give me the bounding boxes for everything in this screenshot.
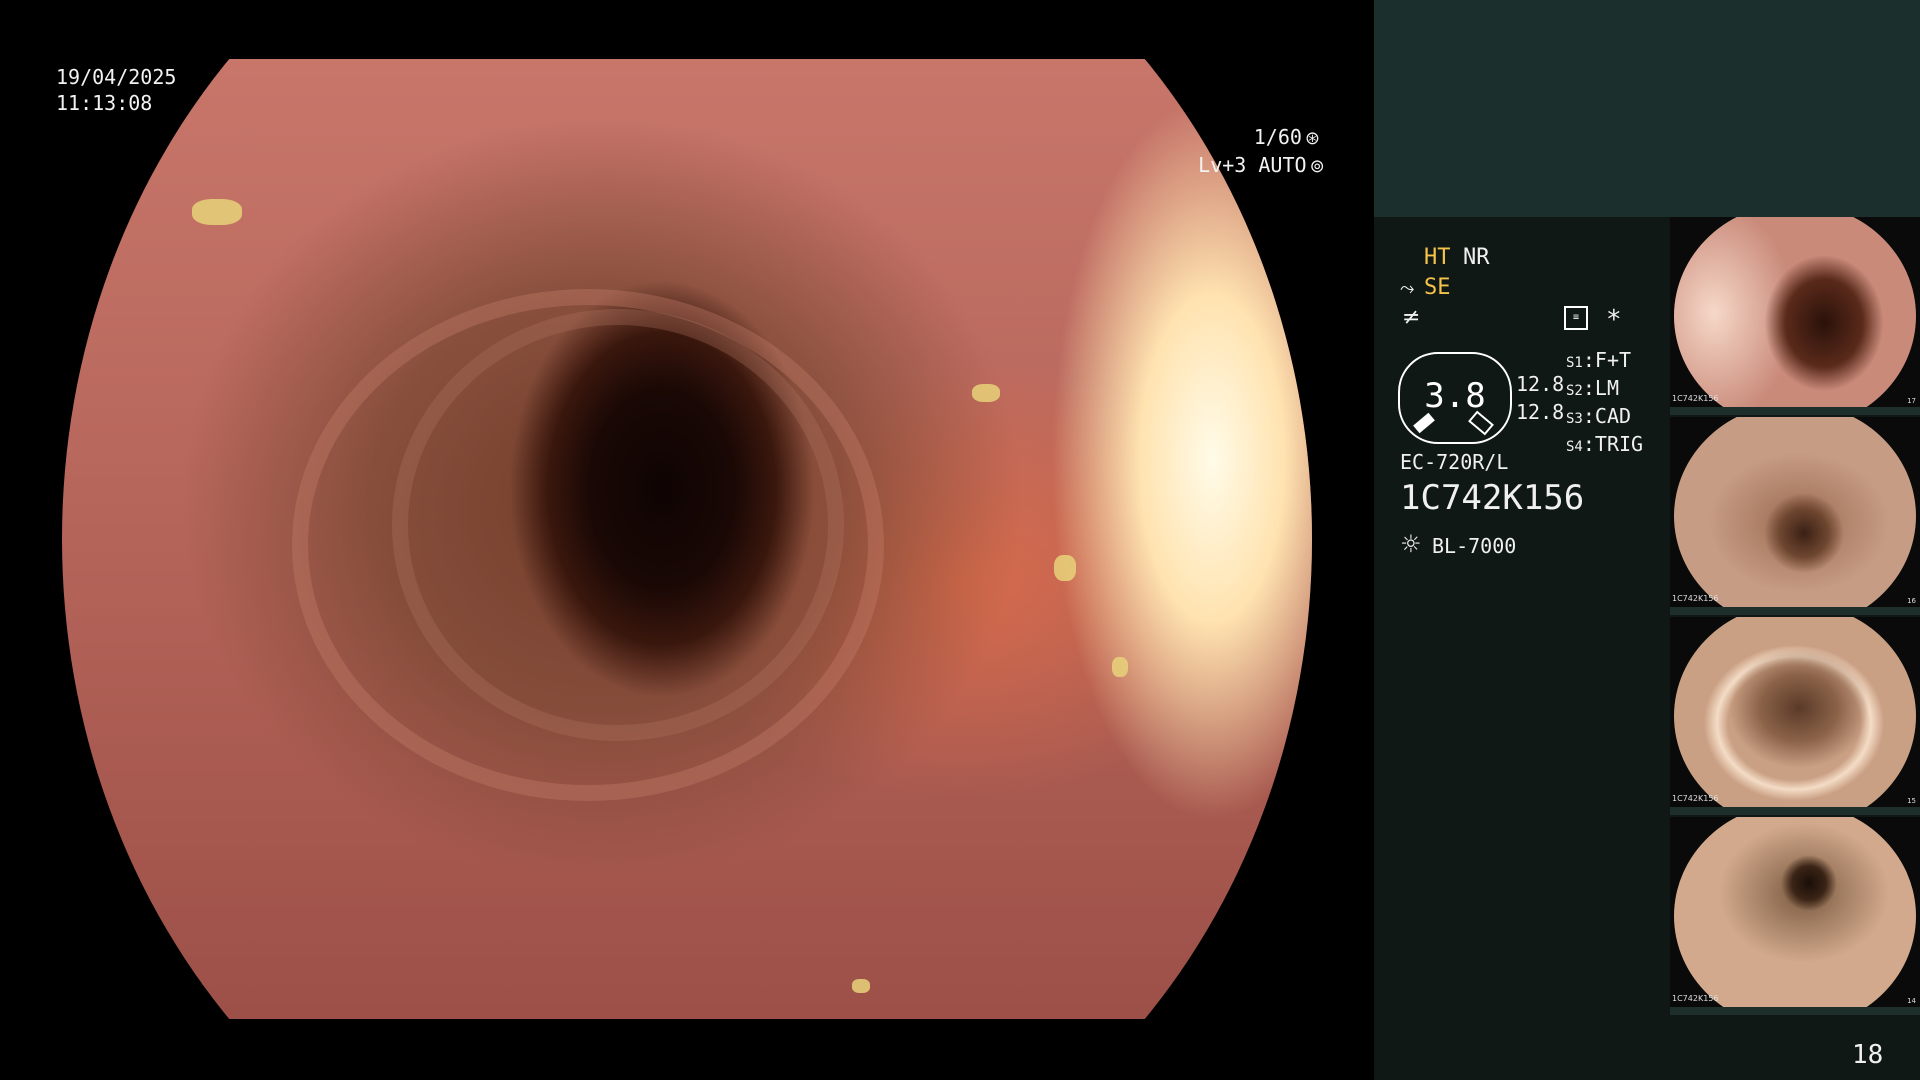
thumbnail-number: 15 [1907,797,1916,805]
thumbnail-image [1674,617,1916,815]
thumbnail-caption: 1C742K156 [1672,794,1719,803]
panel-header [1374,0,1920,217]
exposure-readout: Lv+3 AUTO ⊚ [1150,126,1324,206]
scope-model: EC-720R/L [1400,450,1509,474]
brightness-level: Lv+3 [1198,153,1247,177]
thumbnail-number: 17 [1907,397,1916,405]
filter-icon: ≠ [1402,305,1421,330]
star-indicator: * [1606,305,1622,335]
thumbnail-image [1674,817,1916,1015]
debris-speck [1054,555,1076,581]
thumbnail-number: 16 [1907,597,1916,605]
capture-thumbnail[interactable]: 1C742K156 16 [1670,417,1920,615]
se-indicator: SE [1424,275,1451,300]
debris-speck [1112,657,1128,677]
thumbnail-number: 14 [1907,997,1916,1005]
debris-speck [852,979,870,993]
switch-2: S2:LM [1566,376,1619,400]
value-left-1: 12.8 [1516,372,1565,396]
switch-list: S1:F+T S2:LM S3:CAD S4:TRIG [1566,348,1643,460]
thumbnail-caption: 1C742K156 [1672,394,1719,403]
thumbnail-bar [1670,607,1920,615]
capture-thumbnail[interactable]: 1C742K156 17 [1670,217,1920,415]
ht-indicator: HT [1424,245,1451,270]
capture-thumbnail[interactable]: 1C742K156 15 [1670,617,1920,815]
debris-speck [972,384,1000,402]
date-time: 19/04/2025 11:13:08 [56,64,176,116]
thumbnail-caption: 1C742K156 [1672,594,1719,603]
endoscope-viewport: 19/04/2025 11:13:08 1/60 ⊛ Lv+3 AUTO ⊚ [0,0,1374,1080]
scope-serial: 1C742K156 [1400,478,1585,518]
switch-3: S3:CAD [1566,404,1632,428]
light-source: BL-7000 [1432,534,1517,558]
page-number: 18 [1852,1040,1884,1070]
thumbnail-image [1674,417,1916,615]
date: 19/04/2025 [56,65,177,89]
sun-icon: ☼ [1400,530,1422,558]
thumbnail-caption: 1C742K156 [1672,994,1719,1003]
zoom-value: 3.8 [1424,376,1486,416]
nr-indicator: NR [1463,245,1490,270]
capture-thumbnail[interactable]: 1C742K156 14 [1670,817,1920,1015]
switch-4: S4:TRIG [1566,432,1644,456]
thumbnail-image [1674,217,1916,415]
thumbnail-bar [1670,807,1920,815]
iris-icon: ⊚ [1309,156,1325,177]
thumbnail-bar [1670,407,1920,415]
switch-1: S1:F+T [1566,348,1632,372]
thumbnail-bar [1670,1007,1920,1015]
time: 11:13:08 [56,91,153,115]
signal-icon: ⤳ [1400,278,1415,299]
zoom-gauge: 3.8 [1398,352,1512,444]
endoscopic-image [62,59,1312,1019]
record-icon: ≡ [1564,306,1588,330]
mucosal-fold [392,309,844,741]
value-left-2: 12.8 [1516,400,1565,424]
debris-speck [192,199,242,225]
iris-mode: AUTO [1258,153,1307,177]
